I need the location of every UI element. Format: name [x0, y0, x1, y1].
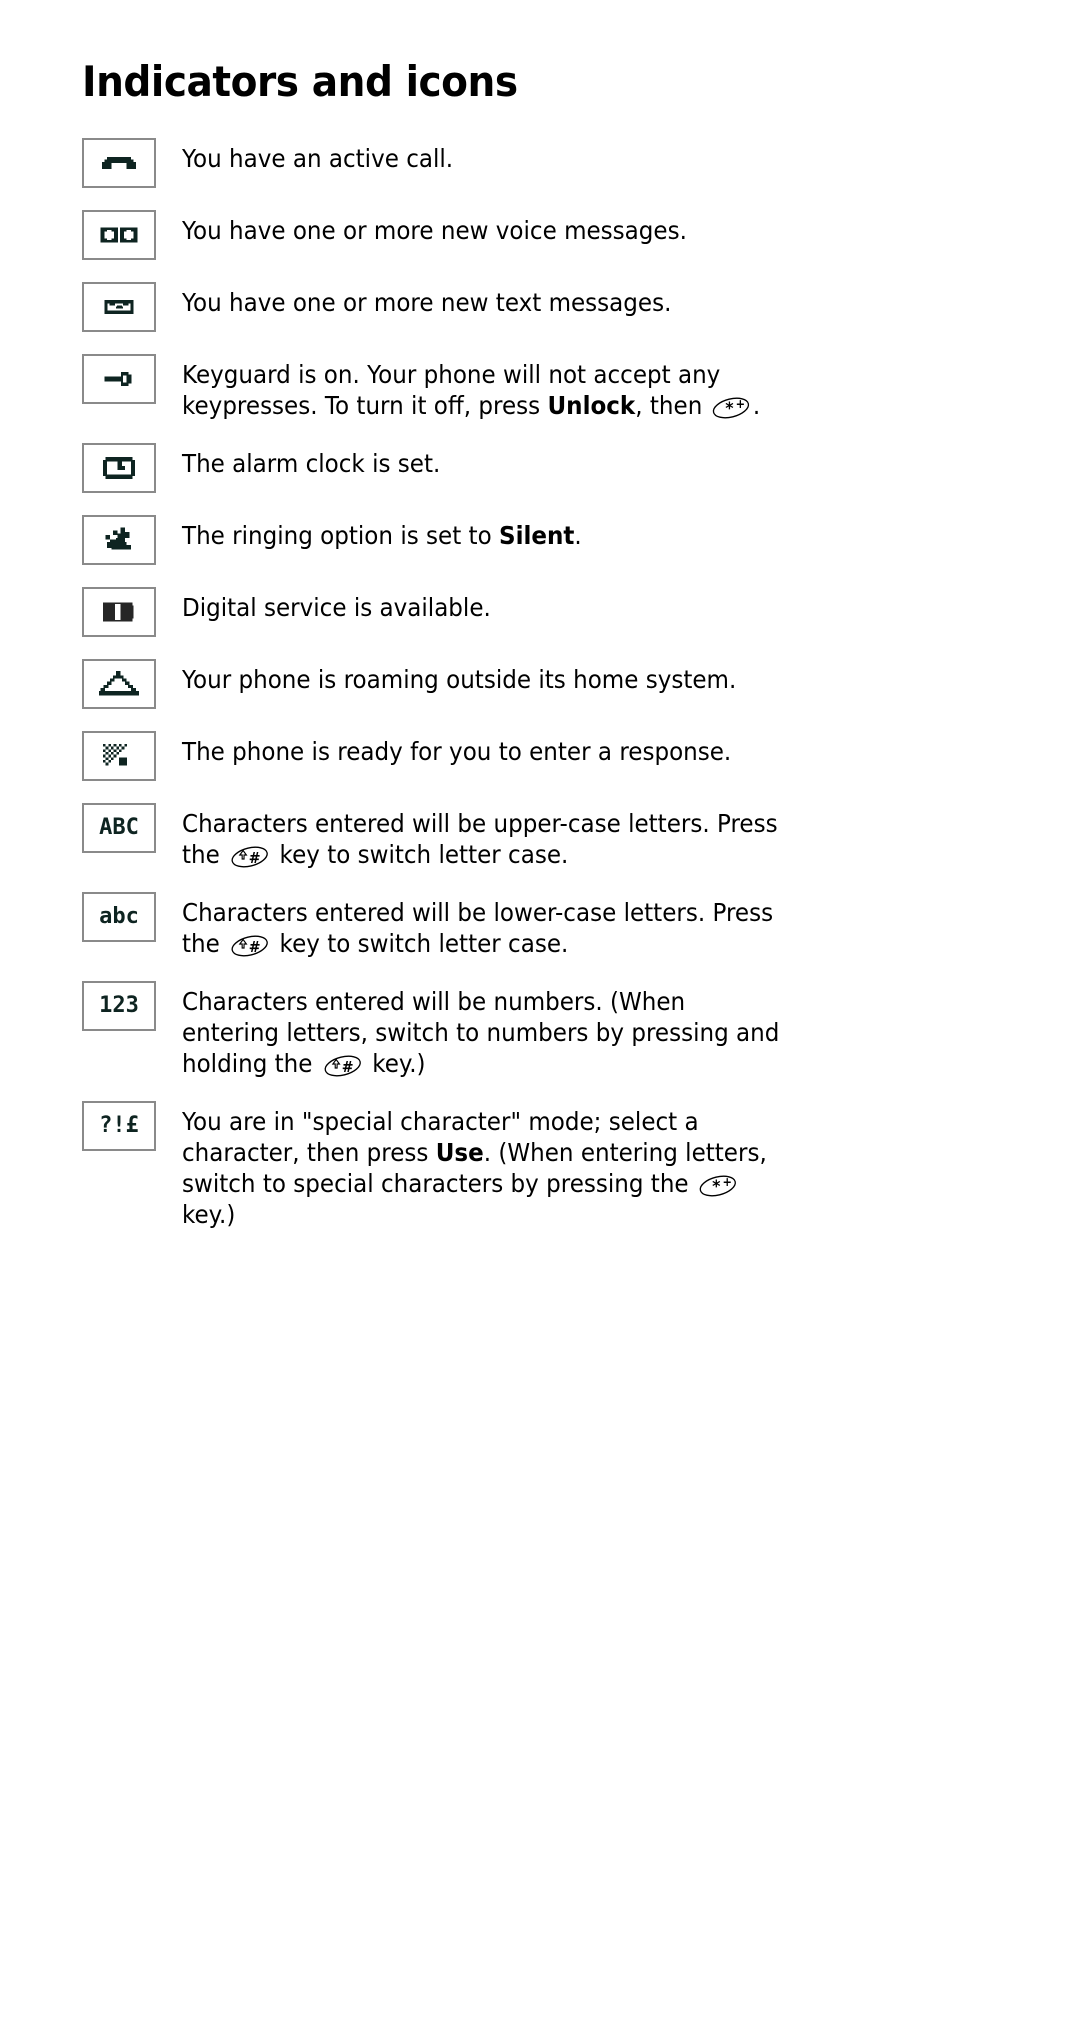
- svg-text:*: *: [712, 1177, 721, 1197]
- softkey-name: Unlock: [547, 391, 636, 421]
- softkey-name: Silent: [499, 521, 575, 551]
- indicator-description: Keyguard is on. Your phone will not acce…: [182, 360, 761, 421]
- shift-hash-key-glyph: #: [322, 1053, 363, 1079]
- text-message-icon: [82, 282, 156, 333]
- silent-ringing-icon-art: [100, 526, 138, 554]
- roaming-icon-art: [97, 671, 141, 697]
- digital-service-icon: [82, 587, 156, 638]
- digital-service-icon-art: [100, 600, 138, 624]
- indicator-row: The alarm clock is set.: [82, 443, 1010, 494]
- document-page: Indicators and icons You have an active …: [0, 0, 1080, 2039]
- svg-text:+: +: [722, 1175, 731, 1189]
- voice-message-icon: [82, 210, 156, 261]
- indicator-description: Characters entered will be numbers. (Whe…: [182, 987, 780, 1079]
- svg-text:#: #: [341, 1059, 353, 1077]
- alarm-clock-icon: [82, 443, 156, 494]
- indicator-description: You have one or more new voice messages.: [182, 216, 687, 246]
- keyguard-icon-art: [97, 368, 141, 390]
- icon-glyph-label: ?!£: [99, 1113, 139, 1139]
- svg-text:#: #: [249, 850, 261, 868]
- svg-text:*: *: [726, 399, 735, 419]
- indicator-row: You have one or more new text messages.: [82, 282, 1010, 333]
- voice-message-icon-art: [96, 224, 142, 246]
- indicator-row: Your phone is roaming outside its home s…: [82, 659, 1010, 710]
- indicator-description: Characters entered will be lower-case le…: [182, 898, 774, 959]
- upper-case-mode-icon: ABC: [82, 803, 156, 854]
- lower-case-mode-icon: abc: [82, 892, 156, 943]
- indicator-description: The phone is ready for you to enter a re…: [182, 737, 732, 767]
- indicator-description: The alarm clock is set.: [182, 449, 441, 479]
- response-ready-icon: [82, 731, 156, 782]
- star-plus-key-glyph: * +: [711, 395, 750, 421]
- indicator-description: You have an active call.: [182, 144, 454, 174]
- indicator-description: You are in "special character" mode; sel…: [182, 1107, 767, 1230]
- indicator-description: Your phone is roaming outside its home s…: [182, 665, 737, 695]
- active-call-icon: [82, 138, 156, 189]
- shift-hash-key-glyph: #: [229, 844, 270, 870]
- indicator-row: 123 Characters entered will be numbers. (…: [82, 981, 1010, 1079]
- indicator-row: ABC Characters entered will be upper-case…: [82, 803, 1010, 870]
- response-ready-icon-art: [100, 744, 138, 768]
- indicator-description: Digital service is available.: [182, 593, 491, 623]
- alarm-clock-icon-art: [100, 454, 138, 482]
- svg-text:+: +: [736, 397, 745, 411]
- indicator-row: abc Characters entered will be lower-case…: [82, 892, 1010, 959]
- softkey-name: Use: [435, 1138, 484, 1168]
- indicator-row: Keyguard is on. Your phone will not acce…: [82, 354, 1010, 421]
- indicator-row: You have one or more new voice messages.: [82, 210, 1010, 261]
- page-title: Indicators and icons: [82, 57, 518, 106]
- number-mode-icon: 123: [82, 981, 156, 1032]
- roaming-icon: [82, 659, 156, 710]
- indicator-row: The phone is ready for you to enter a re…: [82, 731, 1010, 782]
- icon-glyph-label: 123: [99, 993, 139, 1019]
- shift-hash-key-glyph: #: [229, 933, 270, 959]
- active-call-icon-art: [97, 152, 141, 174]
- indicator-icon-list: You have an active call. You have one or …: [82, 138, 1010, 1230]
- indicator-description: The ringing option is set to Silent.: [182, 521, 582, 551]
- indicator-row: You have an active call.: [82, 138, 1010, 189]
- star-plus-key-glyph: * +: [698, 1173, 737, 1199]
- indicator-row: Digital service is available.: [82, 587, 1010, 638]
- indicator-row: The ringing option is set to Silent.: [82, 515, 1010, 566]
- silent-ringing-icon: [82, 515, 156, 566]
- indicator-description: Characters entered will be upper-case le…: [182, 809, 778, 870]
- icon-glyph-label: abc: [99, 904, 139, 930]
- indicator-row: ?!£ You are in "special character" mode; …: [82, 1101, 1010, 1230]
- special-character-mode-icon: ?!£: [82, 1101, 156, 1152]
- icon-glyph-label: ABC: [99, 815, 139, 841]
- text-message-icon-art: [97, 297, 141, 317]
- keyguard-icon: [82, 354, 156, 405]
- indicator-description: You have one or more new text messages.: [182, 288, 672, 318]
- svg-text:#: #: [249, 939, 261, 957]
